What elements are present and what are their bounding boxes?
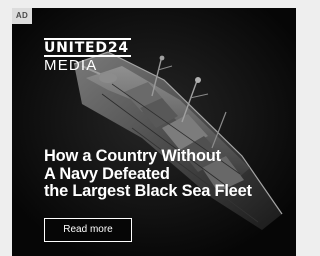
ad-headline: How a Country Without A Navy Defeated th… (44, 147, 252, 201)
ad-banner[interactable]: UNITED24 MEDIA How a Country Without A N… (12, 8, 296, 256)
brand-name-top: UNITED24 (44, 38, 131, 57)
headline-line: How a Country Without (44, 147, 221, 165)
headline-line: A Navy Defeated (44, 164, 170, 183)
read-more-button[interactable]: Read more (44, 218, 132, 242)
headline-line: the Largest Black Sea Fleet (44, 182, 252, 200)
ad-badge: AD (12, 8, 32, 24)
brand-logo: UNITED24 MEDIA (44, 38, 131, 73)
brand-name-bottom: MEDIA (44, 57, 98, 74)
